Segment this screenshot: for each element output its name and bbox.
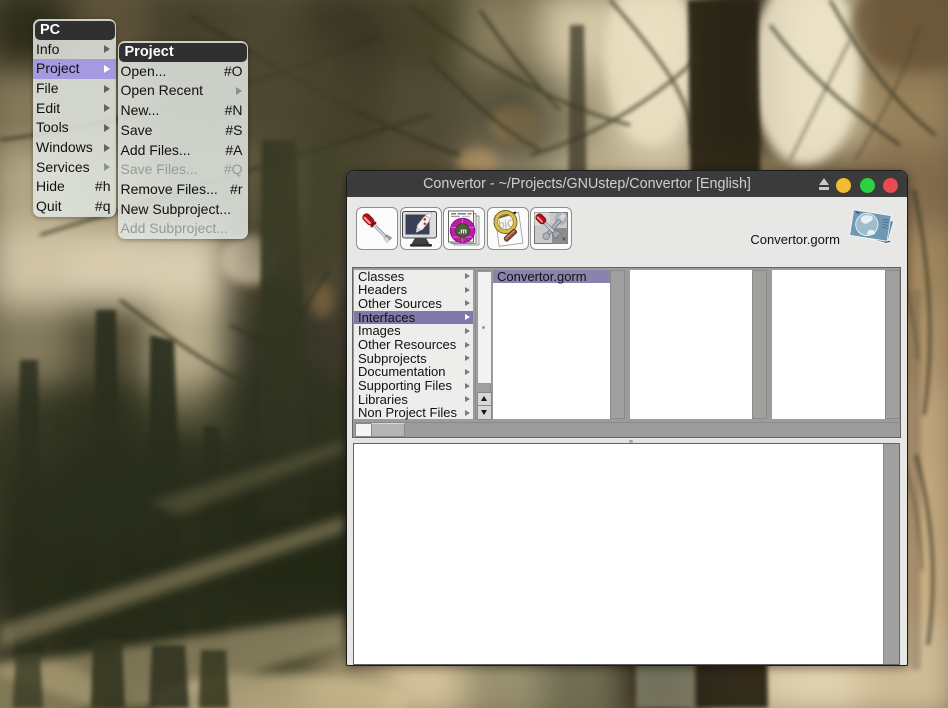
svg-text:.m: .m: [458, 227, 467, 236]
